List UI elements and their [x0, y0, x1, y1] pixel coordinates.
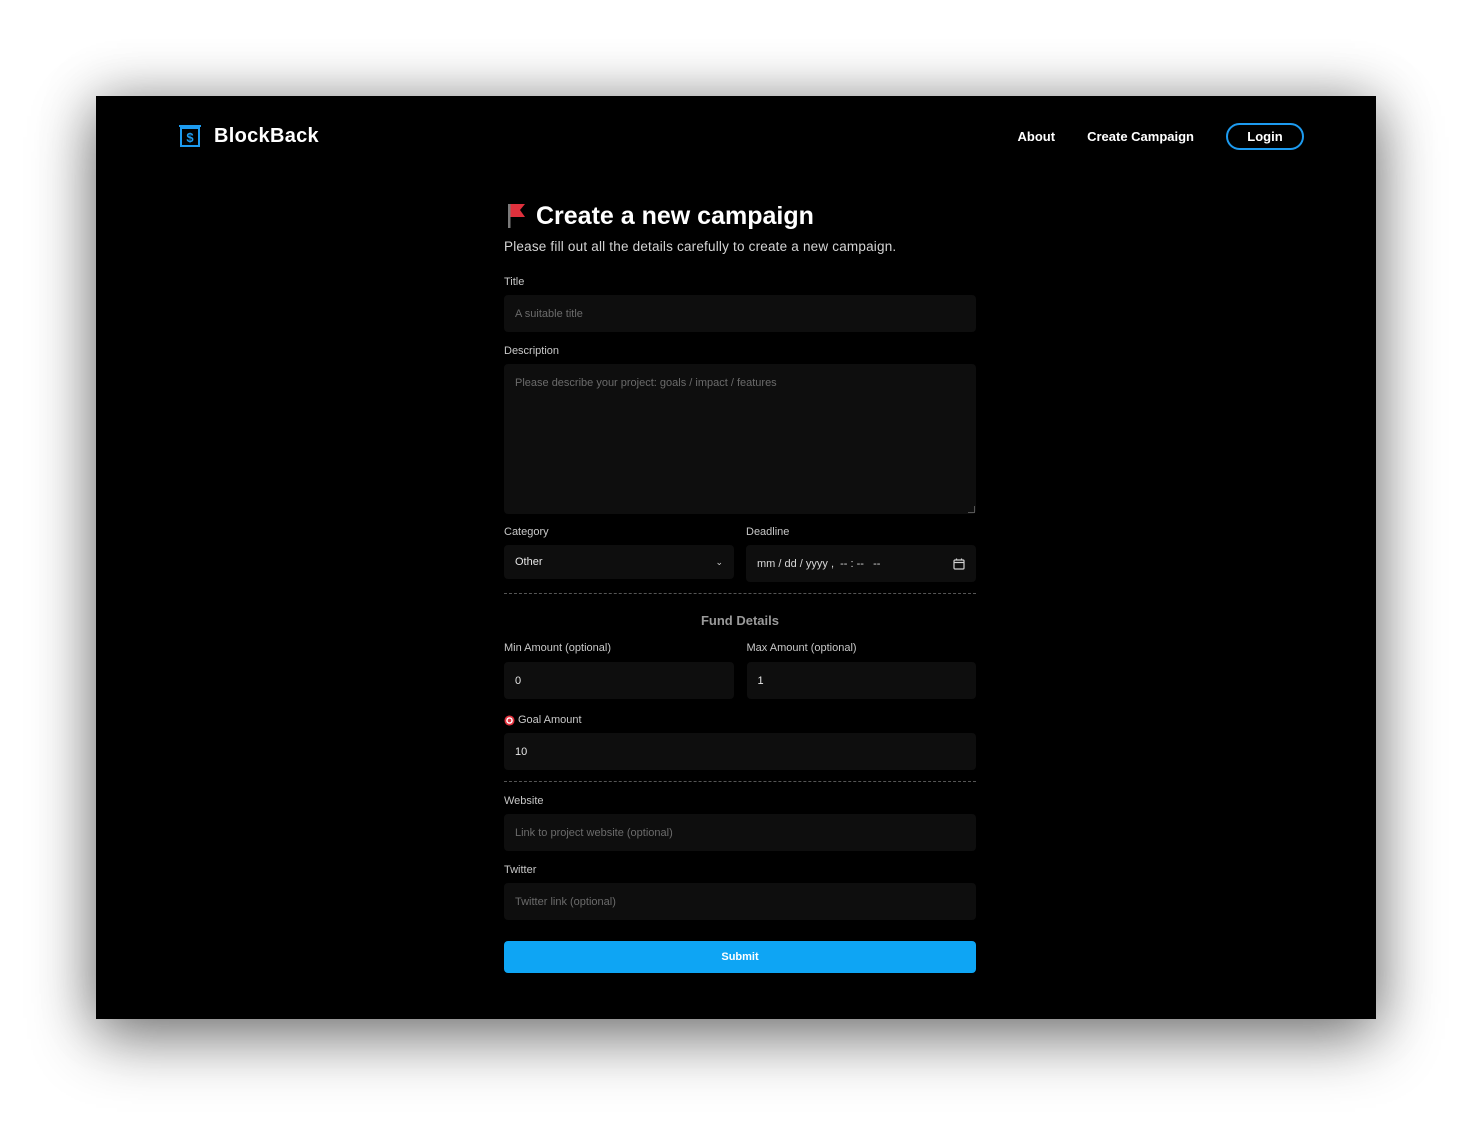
title-input[interactable]: A suitable title — [504, 295, 976, 332]
max-amount-input[interactable]: 1 — [746, 662, 976, 699]
title-label: Title — [504, 276, 525, 288]
login-button[interactable]: Login — [1226, 123, 1304, 150]
website-input[interactable]: Link to project website (optional) — [504, 814, 976, 851]
dollar-document-icon: $ — [179, 125, 201, 147]
description-textarea[interactable]: Please describe your project: goals / im… — [504, 364, 976, 514]
submit-button[interactable]: Submit — [504, 941, 976, 973]
chevron-down-icon: ⌄ — [715, 556, 723, 567]
page-title: Create a new campaign — [504, 200, 976, 232]
create-campaign-form: Create a new campaign Please fill out al… — [504, 200, 976, 973]
min-amount-input[interactable]: 0 — [504, 662, 734, 699]
page-title-text: Create a new campaign — [536, 201, 814, 230]
min-amount-label: Min Amount (optional) — [504, 642, 611, 654]
target-icon — [504, 714, 515, 726]
page-subtitle: Please fill out all the details carefull… — [504, 239, 897, 254]
calendar-icon[interactable] — [953, 558, 965, 570]
divider — [504, 593, 976, 594]
goal-amount-input[interactable]: 10 — [504, 733, 976, 770]
amount-range-row: Min Amount (optional) 0 Max Amount (opti… — [504, 642, 976, 699]
website-label: Website — [504, 795, 544, 807]
deadline-value: mm / dd / yyyy , -- : -- -- — [757, 557, 881, 570]
twitter-input[interactable]: Twitter link (optional) — [504, 883, 976, 920]
category-group: Category Other ⌄ — [504, 526, 734, 582]
goal-amount-label-text: Goal Amount — [518, 714, 582, 726]
goal-amount-label: Goal Amount — [504, 714, 976, 726]
deadline-input[interactable]: mm / dd / yyyy , -- : -- -- — [746, 545, 976, 582]
min-amount-group: Min Amount (optional) 0 — [504, 642, 734, 699]
category-deadline-row: Category Other ⌄ Deadline mm / dd / yyyy… — [504, 526, 976, 582]
top-nav: About Create Campaign Login — [1018, 123, 1304, 150]
category-label: Category — [504, 526, 549, 538]
max-amount-label: Max Amount (optional) — [746, 642, 857, 654]
resize-handle[interactable] — [968, 506, 975, 513]
app-window: $ BlockBack About Create Campaign Login … — [96, 96, 1376, 1019]
brand[interactable]: $ BlockBack — [178, 124, 319, 148]
red-flag-icon — [508, 204, 525, 228]
nav-about-link[interactable]: About — [1018, 129, 1056, 144]
brand-name: BlockBack — [214, 124, 319, 147]
description-label: Description — [504, 345, 560, 357]
description-placeholder: Please describe your project: goals / im… — [515, 377, 777, 389]
max-amount-group: Max Amount (optional) 1 — [746, 642, 976, 699]
category-select[interactable]: Other ⌄ — [504, 545, 734, 579]
divider — [504, 781, 976, 782]
deadline-group: Deadline mm / dd / yyyy , -- : -- -- — [746, 526, 976, 582]
svg-text:$: $ — [186, 130, 194, 145]
fund-details-title: Fund Details — [700, 613, 779, 628]
category-value: Other — [515, 556, 543, 568]
nav-create-campaign-link[interactable]: Create Campaign — [1087, 129, 1194, 144]
deadline-label: Deadline — [746, 526, 790, 538]
twitter-label: Twitter — [504, 864, 537, 876]
